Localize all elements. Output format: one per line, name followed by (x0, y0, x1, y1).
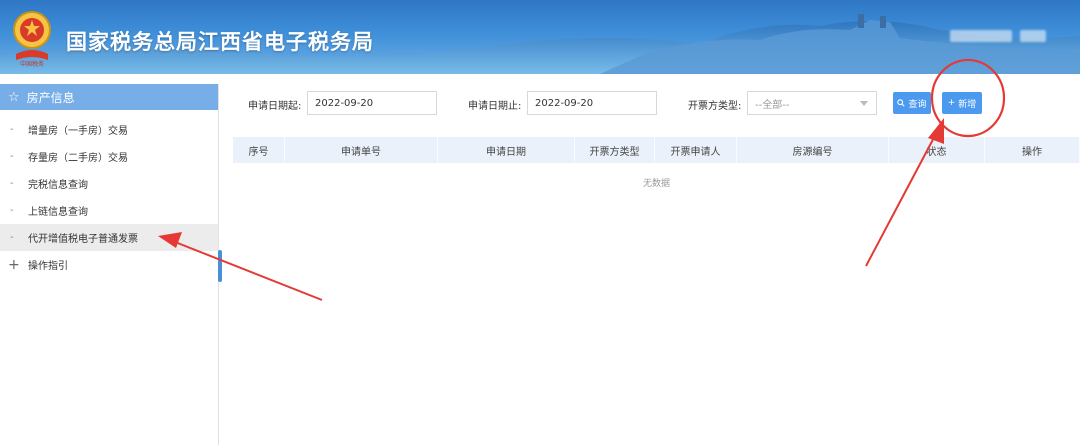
sidebar-item-label: 存量房（二手房）交易 (28, 153, 128, 164)
sidebar-scrollbar[interactable] (218, 250, 222, 282)
user-name-blurred (950, 30, 1012, 42)
query-button[interactable]: 查询 (893, 92, 931, 114)
start-date-input[interactable]: 2022-09-20 (307, 91, 437, 115)
add-button[interactable]: + 新增 (942, 92, 982, 114)
sidebar-item-invoice[interactable]: - 代开增值税电子普通发票 (0, 224, 218, 251)
empty-state: 无数据 (642, 179, 670, 189)
table-header: 序号 申请单号 申请日期 开票方类型 开票申请人 房源编号 状态 操作 (233, 137, 1080, 163)
search-icon (897, 99, 906, 107)
column-header: 开票方类型 (575, 137, 655, 163)
start-date-label: 申请日期起: (248, 101, 302, 112)
query-button-label: 查询 (908, 99, 927, 110)
plus-icon: + (947, 98, 956, 108)
sidebar-item-label: 完税信息查询 (28, 180, 88, 191)
end-date-label: 申请日期止: (468, 101, 522, 112)
sidebar-item-label: 代开增值税电子普通发票 (28, 234, 138, 245)
tax-emblem-icon: 中国税务 (8, 8, 56, 68)
sidebar-item-chain-query[interactable]: - 上链信息查询 (0, 197, 218, 224)
sidebar-item-label: 增量房（一手房）交易 (28, 126, 128, 137)
issuer-type-select[interactable]: --全部-- (747, 91, 877, 115)
bullet-icon: - (10, 232, 14, 243)
app-header: 中国税务 国家税务总局江西省电子税务局 (0, 0, 1080, 74)
end-date-input[interactable]: 2022-09-20 (527, 91, 657, 115)
svg-text:中国税务: 中国税务 (20, 60, 44, 68)
star-icon: ☆ (8, 89, 20, 105)
sidebar-item-tax-query[interactable]: - 完税信息查询 (0, 170, 218, 197)
column-header: 房源编号 (737, 137, 889, 163)
column-header: 状态 (889, 137, 985, 163)
column-header: 开票申请人 (655, 137, 737, 163)
column-header: 操作 (985, 137, 1080, 163)
bullet-icon: - (10, 124, 14, 135)
column-header: 申请日期 (438, 137, 575, 163)
sidebar-heading-label: 房产信息 (26, 90, 75, 105)
plus-icon: + (8, 256, 20, 273)
site-title: 国家税务总局江西省电子税务局 (66, 30, 374, 54)
start-date-value: 2022-09-20 (315, 97, 374, 109)
sidebar-item-second-house[interactable]: - 存量房（二手房）交易 (0, 143, 218, 170)
end-date-value: 2022-09-20 (535, 97, 594, 109)
sidebar-group-label: 操作指引 (28, 261, 68, 272)
column-header: 序号 (233, 137, 285, 163)
sidebar: ☆ 房产信息 - 增量房（一手房）交易 - 存量房（二手房）交易 - 完税信息查… (0, 84, 219, 445)
issuer-type-label: 开票方类型: (688, 101, 742, 112)
bullet-icon: - (10, 151, 14, 162)
bullet-icon: - (10, 205, 14, 216)
sidebar-heading[interactable]: ☆ 房产信息 (0, 84, 218, 110)
bullet-icon: - (10, 178, 14, 189)
user-action-blurred (1020, 30, 1046, 42)
column-header: 申请单号 (285, 137, 438, 163)
sidebar-group-guide[interactable]: + 操作指引 (0, 251, 218, 278)
sidebar-item-label: 上链信息查询 (28, 207, 88, 218)
user-info[interactable] (950, 30, 1046, 42)
chevron-down-icon (860, 101, 868, 106)
sidebar-item-new-house[interactable]: - 增量房（一手房）交易 (0, 116, 218, 143)
add-button-label: 新增 (958, 99, 977, 110)
issuer-type-value: --全部-- (755, 99, 790, 111)
